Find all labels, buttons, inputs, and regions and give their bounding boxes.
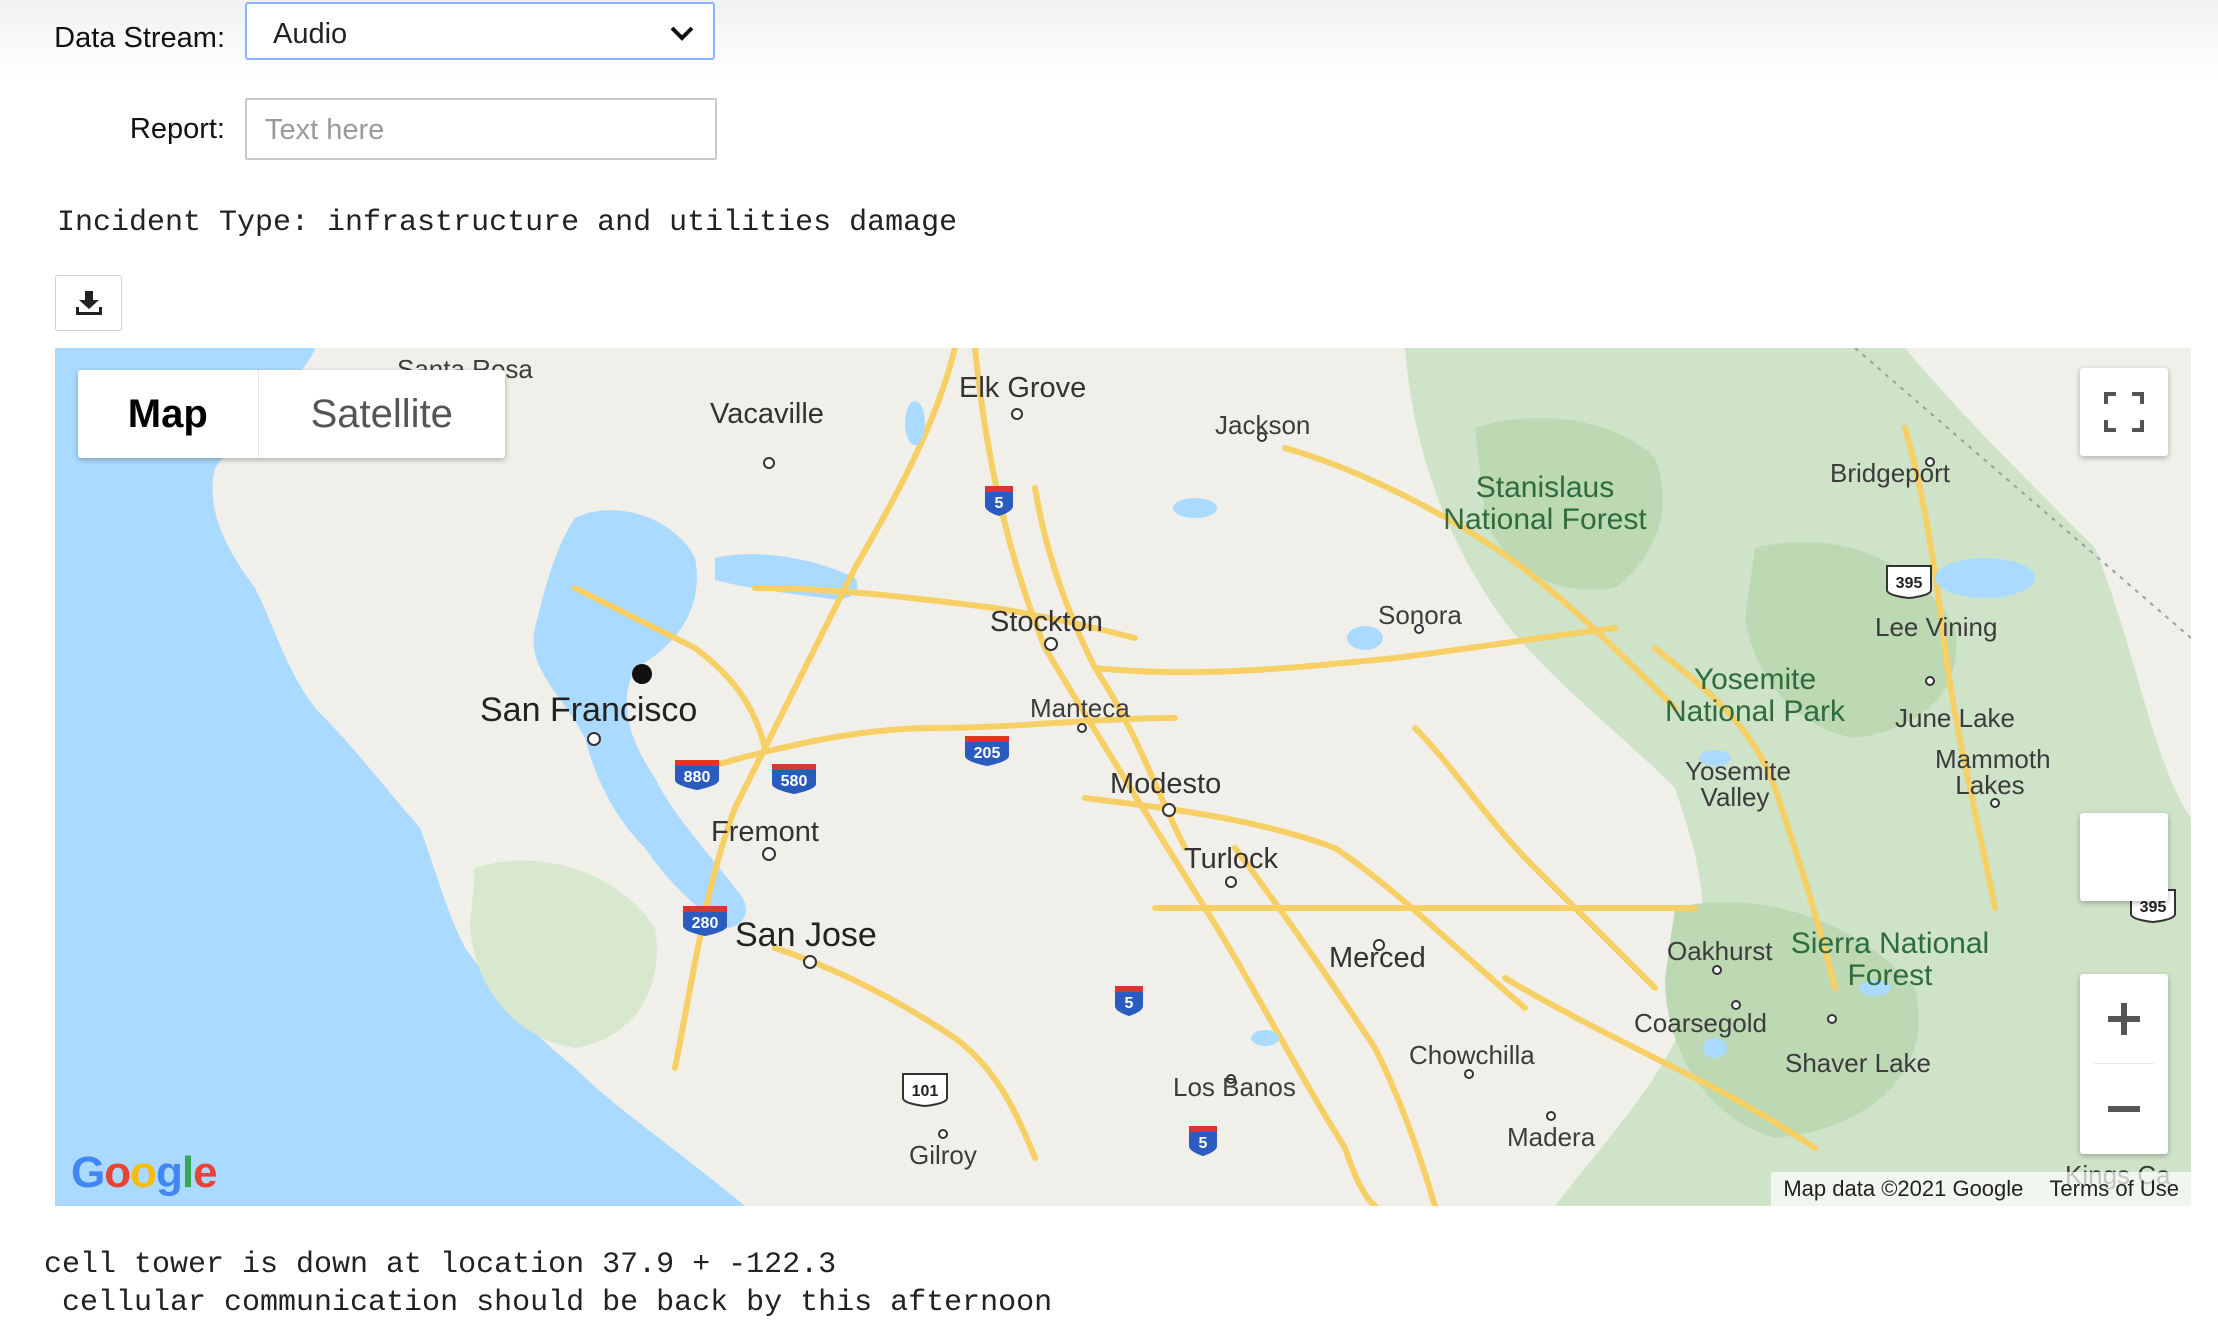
place-san-francisco: San Francisco (480, 691, 698, 729)
svg-text:205: 205 (974, 745, 1001, 762)
map-type-map-button[interactable]: Map (78, 370, 259, 458)
place-elk-grove: Elk Grove (959, 372, 1087, 404)
fullscreen-button[interactable] (2080, 368, 2168, 456)
place-coarsegold: Coarsegold (1634, 1008, 1767, 1038)
place-mammoth-lakes: Mammoth Lakes (1935, 744, 2051, 800)
place-jackson: Jackson (1215, 410, 1311, 440)
place-bridgeport: Bridgeport (1830, 458, 1950, 488)
place-los-banos: Los Banos (1173, 1072, 1296, 1102)
terms-of-use-link[interactable]: Terms of Use (2049, 1176, 2179, 1202)
report-placeholder: Text here (265, 114, 385, 146)
plus-icon (2108, 1003, 2140, 1035)
svg-text:5: 5 (1199, 1135, 1208, 1152)
data-stream-select[interactable]: Audio (245, 2, 715, 60)
fullscreen-icon (2104, 392, 2144, 432)
map-type-control: Map Satellite (78, 370, 505, 458)
svg-text:395: 395 (2140, 899, 2167, 916)
download-button[interactable] (55, 275, 122, 331)
report-input[interactable]: Text here (245, 98, 717, 160)
report-output-line-2: cellular communication should be back by… (44, 1286, 1053, 1320)
map-data-text: Map data ©2021 Google (1783, 1176, 2024, 1201)
map-view[interactable]: 5 205 880 580 280 5 5 101 395 395 Santa … (55, 348, 2191, 1206)
park-yosemite: Yosemite National Park (1664, 663, 1846, 728)
park-stanislaus: Stanislaus National Forest (1443, 471, 1647, 536)
incident-type-text: Incident Type: infrastructure and utilit… (57, 206, 958, 240)
svg-text:5: 5 (995, 495, 1004, 512)
minus-icon (2108, 1106, 2140, 1112)
place-oakhurst: Oakhurst (1667, 936, 1773, 966)
google-logo[interactable]: Google (71, 1148, 218, 1198)
zoom-out-button[interactable] (2080, 1064, 2168, 1154)
zoom-in-button[interactable] (2080, 974, 2168, 1064)
svg-text:101: 101 (912, 1083, 939, 1100)
data-stream-label: Data Stream: (54, 22, 225, 54)
svg-text:395: 395 (1896, 575, 1923, 592)
place-stockton: Stockton (990, 606, 1103, 638)
place-sonora: Sonora (1378, 600, 1462, 630)
svg-text:5: 5 (1125, 995, 1134, 1012)
park-sierra: Sierra National Forest (1790, 927, 1990, 992)
place-turlock: Turlock (1184, 843, 1278, 875)
map-type-satellite-button[interactable]: Satellite (259, 370, 505, 458)
zoom-control (2080, 974, 2168, 1154)
report-output-line-1: cell tower is down at location 37.9 + -1… (44, 1248, 837, 1282)
svg-text:280: 280 (692, 915, 719, 932)
place-manteca: Manteca (1030, 693, 1130, 723)
download-icon (75, 291, 102, 315)
svg-text:880: 880 (684, 769, 711, 786)
report-label: Report: (129, 113, 225, 145)
svg-text:580: 580 (781, 773, 808, 790)
map-attribution: Map data ©2021 Google Terms of Use (1771, 1172, 2191, 1206)
place-shaver-lake: Shaver Lake (1785, 1048, 1931, 1078)
place-gilroy: Gilroy (909, 1140, 977, 1170)
place-fremont: Fremont (711, 816, 819, 848)
place-modesto: Modesto (1110, 768, 1222, 800)
place-vacaville: Vacaville (710, 398, 824, 430)
place-merced: Merced (1329, 942, 1426, 974)
place-lee-vining: Lee Vining (1875, 612, 1998, 642)
data-stream-value: Audio (273, 18, 348, 50)
place-june-lake: June Lake (1895, 703, 2015, 733)
street-view-button[interactable] (2080, 813, 2168, 901)
chevron-down-icon (670, 26, 694, 41)
place-yosemite-valley: Yosemite Valley (1685, 756, 1791, 812)
place-san-jose: San Jose (735, 916, 877, 954)
place-chowchilla: Chowchilla (1409, 1040, 1535, 1070)
place-madera: Madera (1507, 1122, 1596, 1152)
incident-marker (632, 664, 652, 684)
